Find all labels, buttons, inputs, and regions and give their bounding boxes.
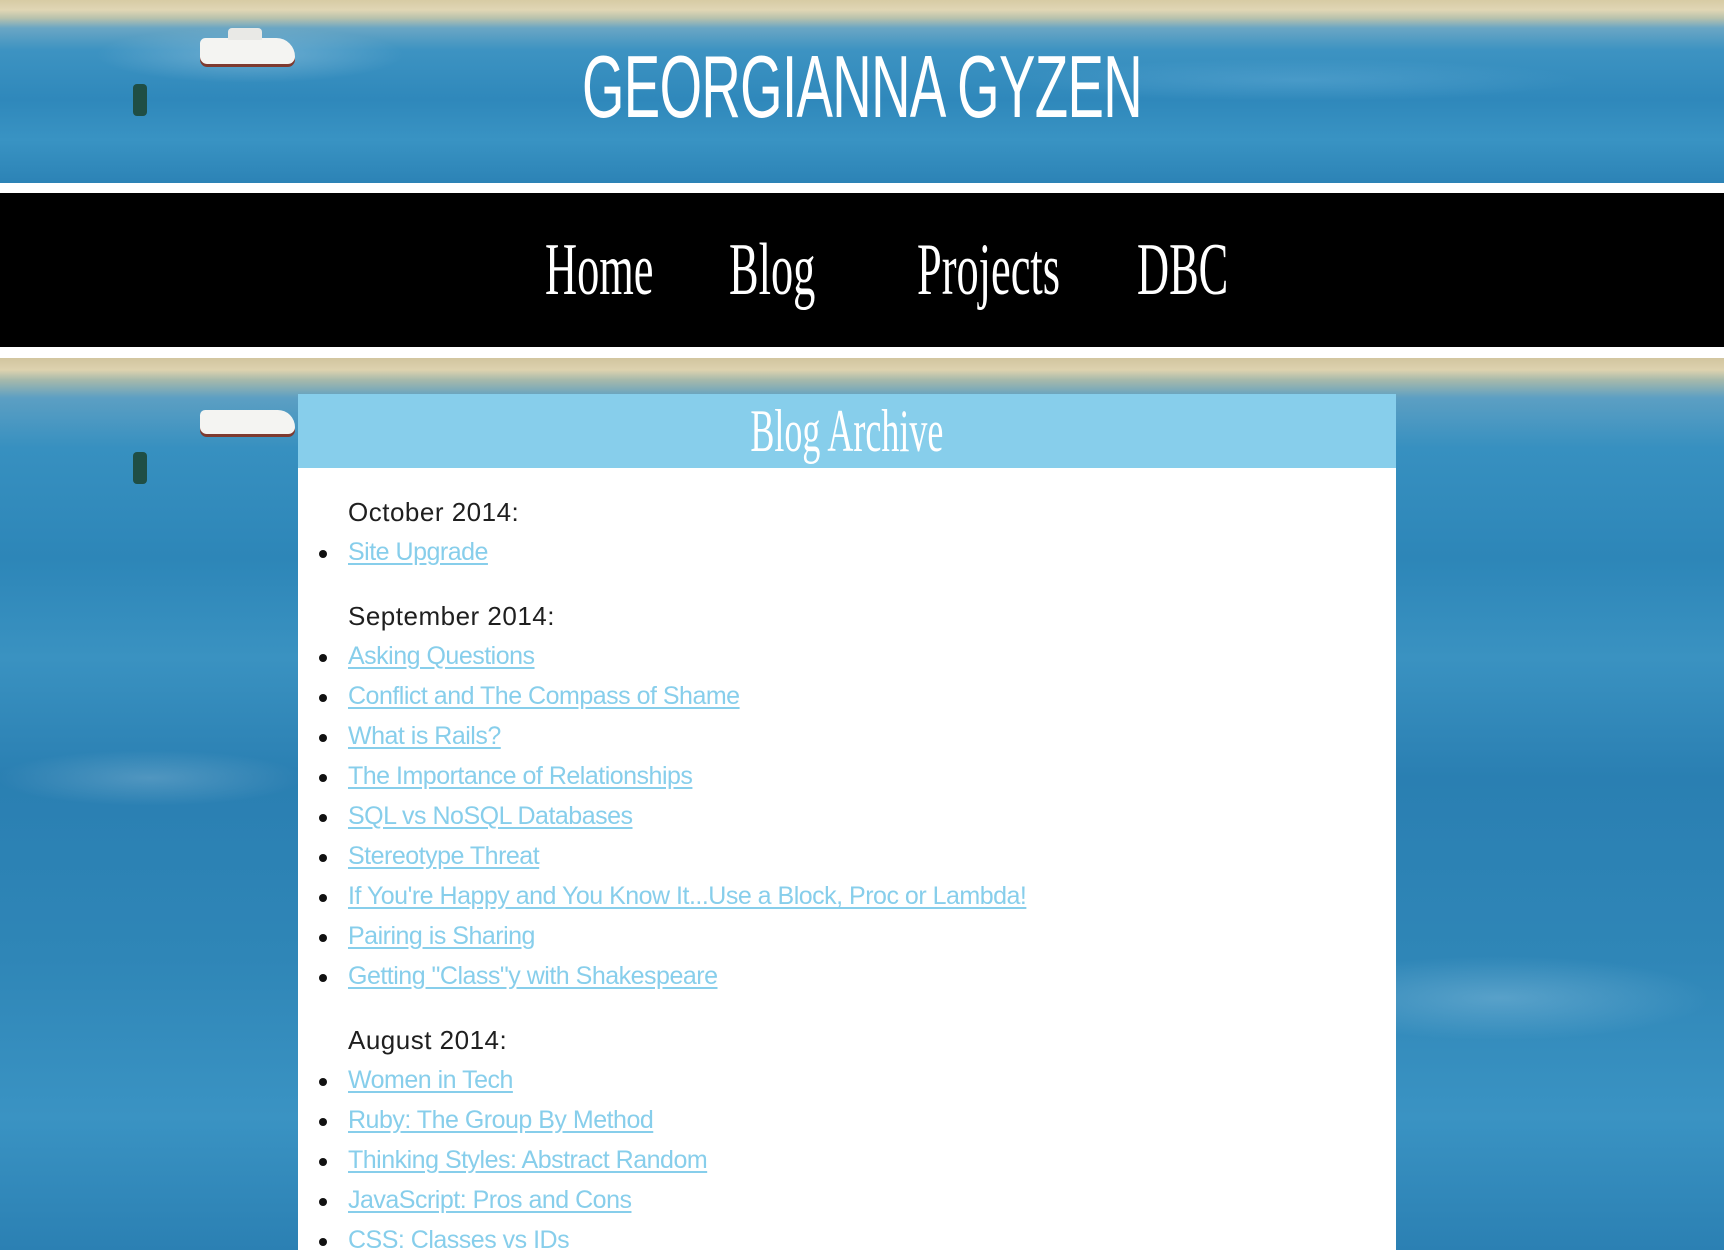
boat-image bbox=[200, 410, 295, 434]
nav-item-projects[interactable]: Projects bbox=[917, 225, 1060, 315]
card-header: Blog Archive bbox=[298, 394, 1396, 468]
nav-item-dbc[interactable]: DBC bbox=[1137, 225, 1228, 315]
bullet-icon bbox=[319, 934, 327, 942]
blog-archive-card: Blog Archive October 2014: Site Upgrade … bbox=[298, 394, 1396, 1250]
month-group: September 2014: Asking Questions Conflic… bbox=[319, 598, 1396, 998]
list-item: Women in Tech bbox=[319, 1062, 1396, 1102]
post-list: Women in Tech Ruby: The Group By Method … bbox=[319, 1062, 1396, 1250]
post-link[interactable]: Conflict and The Compass of Shame bbox=[348, 682, 740, 710]
post-link[interactable]: Site Upgrade bbox=[348, 538, 488, 566]
post-link[interactable]: What is Rails? bbox=[348, 722, 501, 750]
list-item: Conflict and The Compass of Shame bbox=[319, 678, 1396, 718]
list-item: Getting "Class"y with Shakespeare bbox=[319, 958, 1396, 998]
month-heading: August 2014: bbox=[348, 1025, 508, 1055]
post-list: Asking Questions Conflict and The Compas… bbox=[319, 638, 1396, 998]
month-group: August 2014: Women in Tech Ruby: The Gro… bbox=[319, 1022, 1396, 1250]
post-link[interactable]: Thinking Styles: Abstract Random bbox=[348, 1146, 708, 1174]
post-link[interactable]: The Importance of Relationships bbox=[348, 762, 693, 790]
list-item: If You're Happy and You Know It...Use a … bbox=[319, 878, 1396, 918]
post-link[interactable]: Asking Questions bbox=[348, 642, 535, 670]
archive-list: October 2014: Site Upgrade September 201… bbox=[298, 468, 1396, 1250]
bullet-icon bbox=[319, 814, 327, 822]
post-link[interactable]: If You're Happy and You Know It...Use a … bbox=[348, 882, 1027, 910]
post-link[interactable]: Getting "Class"y with Shakespeare bbox=[348, 962, 718, 990]
bullet-icon bbox=[319, 774, 327, 782]
post-link[interactable]: Ruby: The Group By Method bbox=[348, 1106, 654, 1134]
month-heading: October 2014: bbox=[348, 497, 520, 527]
list-item: Ruby: The Group By Method bbox=[319, 1102, 1396, 1142]
bullet-icon bbox=[319, 854, 327, 862]
bullet-icon bbox=[319, 550, 327, 558]
post-link[interactable]: Stereotype Threat bbox=[348, 842, 540, 870]
header-banner: Georgianna Gyzen bbox=[0, 0, 1724, 183]
bullet-icon bbox=[319, 894, 327, 902]
list-item: CSS: Classes vs IDs bbox=[319, 1222, 1396, 1250]
boat-image bbox=[200, 28, 295, 64]
bullet-icon bbox=[319, 974, 327, 982]
bullet-icon bbox=[319, 654, 327, 662]
month-heading: September 2014: bbox=[348, 601, 555, 631]
list-item: Site Upgrade bbox=[319, 534, 1396, 574]
main-nav: Home Blog Projects DBC bbox=[0, 193, 1724, 347]
nav-item-home[interactable]: Home bbox=[545, 225, 654, 315]
list-item: JavaScript: Pros and Cons bbox=[319, 1182, 1396, 1222]
list-item: The Importance of Relationships bbox=[319, 758, 1396, 798]
list-item: Asking Questions bbox=[319, 638, 1396, 678]
list-item: Thinking Styles: Abstract Random bbox=[319, 1142, 1396, 1182]
list-item: Stereotype Threat bbox=[319, 838, 1396, 878]
post-link[interactable]: Pairing is Sharing bbox=[348, 922, 535, 950]
bullet-icon bbox=[319, 1158, 327, 1166]
bullet-icon bbox=[319, 694, 327, 702]
bullet-icon bbox=[319, 734, 327, 742]
post-link[interactable]: JavaScript: Pros and Cons bbox=[348, 1186, 632, 1214]
post-link[interactable]: CSS: Classes vs IDs bbox=[348, 1226, 570, 1250]
bullet-icon bbox=[319, 1078, 327, 1086]
list-item: What is Rails? bbox=[319, 718, 1396, 758]
buoy-image bbox=[133, 84, 147, 116]
site-title[interactable]: Georgianna Gyzen bbox=[328, 32, 1397, 142]
list-item: SQL vs NoSQL Databases bbox=[319, 798, 1396, 838]
bullet-icon bbox=[319, 1238, 327, 1246]
buoy-image bbox=[133, 452, 147, 484]
bullet-icon bbox=[319, 1118, 327, 1126]
nav-item-blog[interactable]: Blog bbox=[729, 225, 815, 315]
card-title: Blog Archive bbox=[750, 398, 944, 464]
post-link[interactable]: SQL vs NoSQL Databases bbox=[348, 802, 633, 830]
bullet-icon bbox=[319, 1198, 327, 1206]
month-group: October 2014: Site Upgrade bbox=[319, 494, 1396, 574]
post-list: Site Upgrade bbox=[319, 534, 1396, 574]
list-item: Pairing is Sharing bbox=[319, 918, 1396, 958]
post-link[interactable]: Women in Tech bbox=[348, 1066, 513, 1094]
